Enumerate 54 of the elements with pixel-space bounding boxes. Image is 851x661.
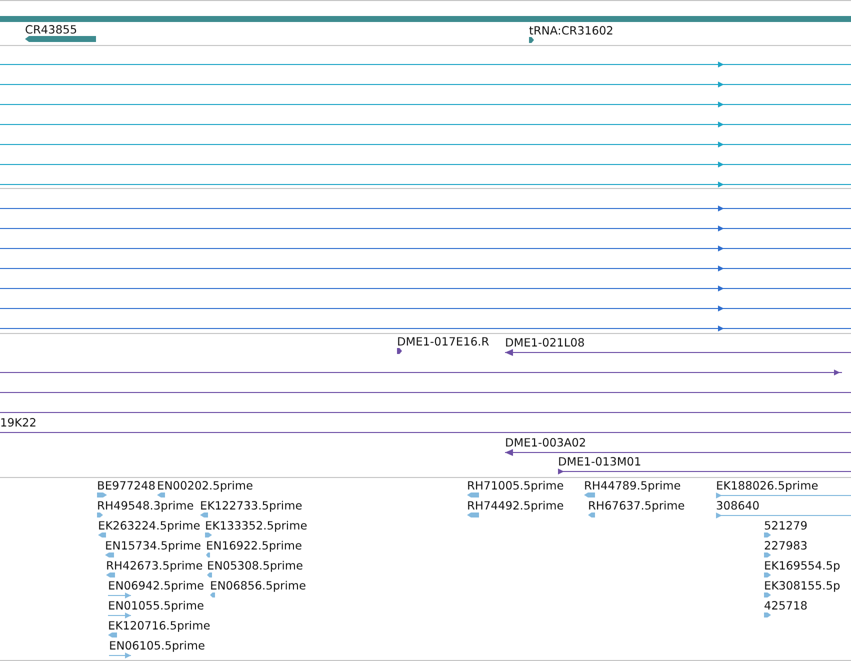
feature-glyph[interactable] (0, 266, 851, 272)
feature-label: DME1-003A02 (505, 436, 586, 450)
feature-glyph[interactable] (0, 326, 851, 332)
feature-label: RH67637.5prime (588, 498, 685, 512)
feature-label: EK133352.5prime (205, 518, 308, 532)
feature-glyph[interactable] (25, 36, 96, 42)
feature-glyph[interactable] (505, 449, 851, 456)
feature-glyph[interactable] (0, 306, 851, 312)
feature-glyph[interactable] (558, 468, 851, 474)
feature-glyph[interactable] (0, 142, 851, 148)
feature-label: EN05308.5prime (207, 558, 304, 572)
feature-glyph[interactable] (0, 286, 851, 292)
feature-label: EN01055.5prime (108, 598, 204, 612)
feature-label: EK120716.5prime (108, 618, 210, 632)
feature-glyph[interactable] (397, 348, 402, 354)
feature-label: EK122733.5prime (200, 498, 302, 512)
feature-label: 227983 (764, 538, 808, 552)
feature-glyph[interactable] (0, 182, 851, 188)
feature-label: DME1-017E16.R (397, 334, 490, 348)
feature-label: EN00202.5prime (157, 478, 254, 492)
feature-label: EN16922.5prime (206, 538, 302, 552)
feature-label: EK188026.5prime (716, 478, 818, 492)
feature-glyph[interactable] (0, 62, 851, 68)
feature-label: 521279 (764, 518, 808, 532)
feature-label: RH49548.3prime (97, 498, 194, 512)
feature-label: EK308155.5p (764, 578, 840, 592)
feature-label: DME1-013M01 (558, 454, 642, 468)
feature-glyph[interactable] (0, 122, 851, 128)
feature-glyph[interactable] (0, 102, 851, 108)
feature-label: EK169554.5p (764, 558, 840, 572)
feature-label: 19K22 (0, 416, 36, 430)
feature-label: RH74492.5prime (467, 498, 564, 512)
feature-label: RH42673.5prime (106, 558, 203, 572)
feature-label: RH71005.5prime (467, 478, 564, 492)
feature-glyph[interactable] (0, 206, 851, 212)
feature-label: BE977248 (97, 478, 156, 492)
feature-label: DME1-021L08 (505, 336, 585, 350)
feature-label: 308640 (716, 498, 760, 512)
feature-glyph[interactable] (0, 162, 851, 168)
feature-label: tRNA:CR31602 (529, 24, 614, 38)
feature-label: EN15734.5prime (105, 538, 202, 552)
feature-glyph[interactable] (0, 226, 851, 232)
feature-label: EN06105.5prime (109, 638, 206, 652)
feature-glyph[interactable] (505, 349, 851, 356)
feature-glyph[interactable] (0, 370, 842, 376)
feature-label: EN06856.5prime (210, 578, 306, 592)
feature-label: EK263224.5prime (98, 518, 200, 532)
feature-label: EN06942.5prime (108, 578, 204, 592)
feature-glyph[interactable] (0, 246, 851, 252)
feature-glyph[interactable] (0, 82, 851, 88)
feature-label: 425718 (764, 598, 808, 612)
feature-label: CR43855 (25, 22, 78, 36)
feature-glyph[interactable] (529, 37, 534, 43)
feature-label: RH44789.5prime (584, 478, 681, 492)
